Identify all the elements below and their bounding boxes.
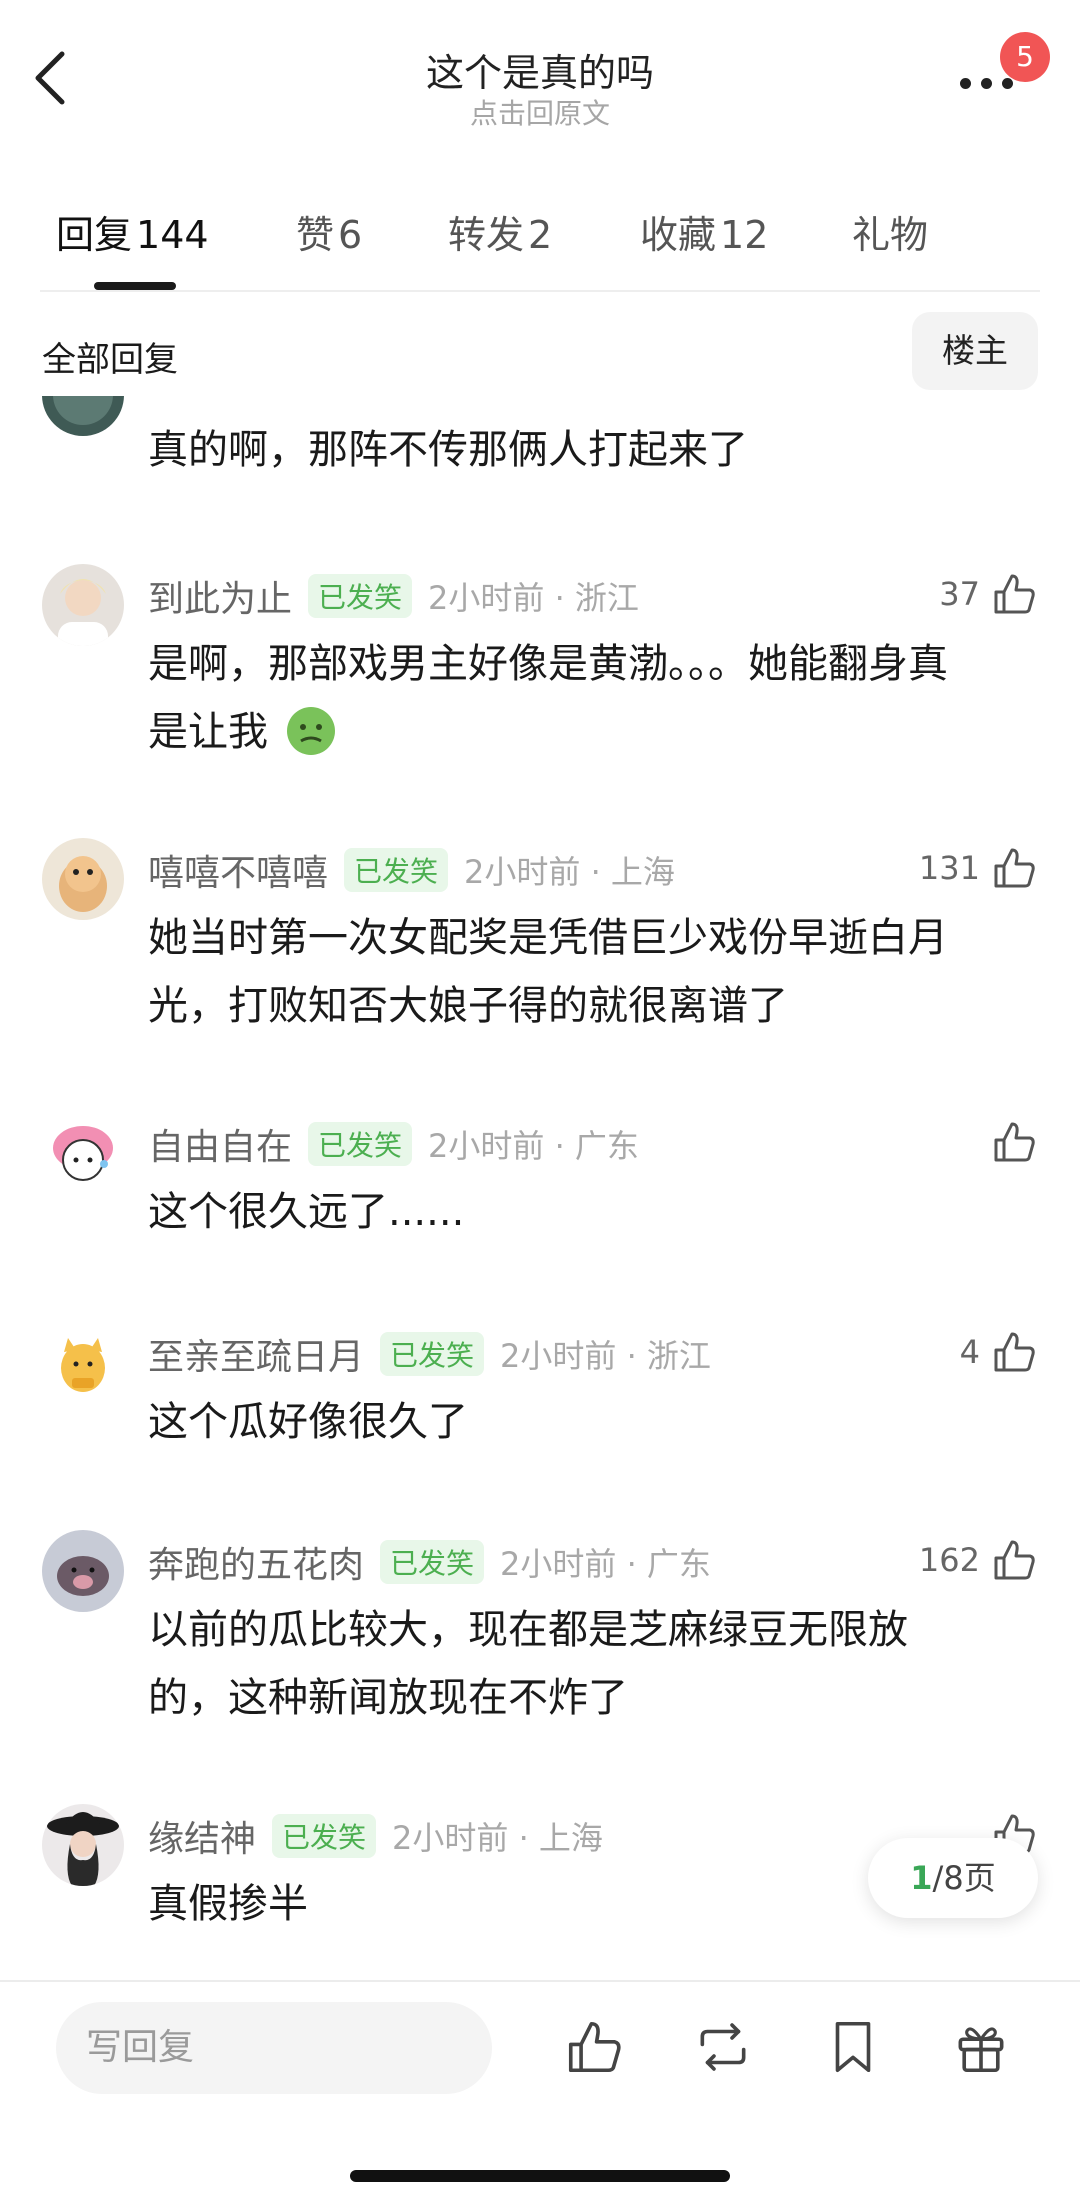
- avatar[interactable]: [42, 838, 124, 920]
- like-count: 37: [939, 575, 980, 613]
- tab-count: 12: [720, 213, 769, 257]
- more-dot-icon: [960, 78, 971, 89]
- avatar[interactable]: [42, 564, 124, 646]
- comment-meta: 2小时前 · 浙江: [500, 1337, 711, 1375]
- notification-badge: 5: [1000, 32, 1050, 82]
- laugh-badge: 已发笑: [380, 1540, 485, 1584]
- comment-author[interactable]: 自由自在: [148, 1118, 292, 1170]
- divider: [40, 290, 1040, 292]
- tab-label: 转发: [448, 213, 525, 257]
- avatar[interactable]: [42, 1804, 124, 1886]
- comment-item: 自由自在 已发笑 2小时前 · 广东 这个很久远了......: [0, 1108, 1080, 1258]
- thumbs-up-icon: [994, 1122, 1035, 1162]
- laugh-badge: 已发笑: [272, 1814, 377, 1858]
- like-count: 162: [918, 1541, 980, 1579]
- active-tab-indicator: [94, 282, 176, 290]
- avatar[interactable]: [42, 1530, 124, 1612]
- like-button[interactable]: 131: [880, 844, 1038, 892]
- comment-author[interactable]: 到此为止: [148, 570, 292, 622]
- comment-item: 奔跑的五花肉 已发笑 2小时前 · 广东 162 以前的瓜比较大，现在都是芝麻绿…: [0, 1526, 1080, 1726]
- comment-author[interactable]: 嘻嘻不嘻嘻: [148, 844, 328, 896]
- tab-count: 144: [136, 213, 209, 257]
- comment-item: 至亲至疏日月 已发笑 2小时前 · 浙江 4 这个瓜好像很久了: [0, 1318, 1080, 1468]
- tab-reposts[interactable]: 转发 2: [448, 204, 552, 259]
- thumbs-up-icon: [994, 1332, 1035, 1372]
- avatar[interactable]: [42, 396, 124, 436]
- avatar[interactable]: [42, 1112, 124, 1194]
- comment-text-line: 这个瓜好像很久了: [148, 1399, 468, 1445]
- gift-icon: [958, 2027, 1004, 2073]
- reply-input[interactable]: 写回复: [56, 2002, 492, 2094]
- bookmark-icon: [835, 2021, 871, 2073]
- current-page: 1: [910, 1859, 933, 1897]
- like-button[interactable]: 4: [880, 1328, 1038, 1376]
- like-count: 4: [959, 1333, 980, 1371]
- thumbs-up-icon: [568, 2021, 621, 2073]
- tab-label: 收藏: [640, 213, 717, 257]
- laugh-badge: 已发笑: [380, 1332, 485, 1376]
- tab-gifts[interactable]: 礼物: [852, 204, 928, 259]
- home-indicator[interactable]: [350, 2170, 730, 2182]
- comment-text-line: 她当时第一次女配奖是凭借巨少戏份早逝白月: [148, 915, 948, 961]
- nauseated-face-icon: [286, 707, 335, 755]
- avatar[interactable]: [42, 1322, 124, 1404]
- comment-author[interactable]: 至亲至疏日月: [148, 1328, 364, 1380]
- thumbs-up-icon: [994, 848, 1035, 888]
- laugh-badge: 已发笑: [344, 848, 449, 892]
- bookmark-button[interactable]: [822, 2016, 884, 2078]
- page-title: 这个是真的吗: [425, 51, 654, 95]
- gift-button[interactable]: [950, 2016, 1012, 2078]
- tab-label: 礼物: [852, 213, 929, 257]
- like-count: 131: [918, 849, 980, 887]
- like-button[interactable]: 162: [880, 1536, 1038, 1584]
- tab-count: 2: [528, 213, 553, 257]
- comment-meta: 2小时前 · 广东: [500, 1545, 711, 1583]
- comment-author[interactable]: 奔跑的五花肉: [148, 1536, 364, 1588]
- comment-item: 到此为止 已发笑 2小时前 · 浙江 37 是啊，那部戏男主好像是黄渤。。。她能…: [0, 560, 1080, 760]
- comment-item: 嘻嘻不嘻嘻 已发笑 2小时前 · 上海 131 她当时第一次女配奖是凭借巨少戏份…: [0, 834, 1080, 1034]
- all-replies-label: 全部回复: [42, 340, 178, 380]
- total-pages: /8页: [932, 1859, 996, 1897]
- comment-meta: 2小时前 · 上海: [392, 1819, 603, 1857]
- like-post-button[interactable]: [563, 2016, 625, 2078]
- comment-author[interactable]: 缘结神: [148, 1810, 256, 1862]
- tab-label: 赞: [296, 213, 335, 257]
- comment-text: 真的啊，那阵不传那俩人打起来了: [148, 427, 748, 473]
- laugh-badge: 已发笑: [308, 574, 413, 618]
- comment-text-line: 的，这种新闻放现在不炸了: [148, 1675, 628, 1721]
- comment-meta: 2小时前 · 浙江: [428, 579, 639, 617]
- thumbs-up-icon: [994, 574, 1035, 614]
- comment-text-line: 光，打败知否大娘子得的就很离谱了: [148, 983, 788, 1029]
- repost-icon: [700, 2023, 746, 2071]
- view-original-link[interactable]: 点击回原文: [0, 92, 1080, 132]
- thumbs-up-icon: [994, 1540, 1035, 1580]
- more-dot-icon: [981, 78, 992, 89]
- like-button[interactable]: [880, 1118, 1038, 1166]
- tab-label: 回复: [56, 213, 133, 257]
- comment-text-line: 是啊，那部戏男主好像是黄渤。。。她能翻身真: [148, 641, 948, 687]
- tab-likes[interactable]: 赞6: [296, 204, 362, 259]
- more-dot-icon: [1002, 78, 1013, 89]
- owner-filter-button[interactable]: 楼主: [912, 312, 1038, 390]
- tab-replies[interactable]: 回复 144: [56, 204, 209, 259]
- comment-text-line: 以前的瓜比较大，现在都是芝麻绿豆无限放: [148, 1607, 908, 1653]
- comment-text-line: 是让我: [148, 709, 268, 755]
- comment-text-line: 这个很久远了......: [148, 1189, 465, 1235]
- comment-meta: 2小时前 · 广东: [428, 1127, 639, 1165]
- tab-favorites[interactable]: 收藏 12: [640, 204, 768, 259]
- page-indicator[interactable]: 1/8页: [868, 1838, 1038, 1918]
- comment-meta: 2小时前 · 上海: [464, 853, 675, 891]
- like-button[interactable]: 37: [880, 570, 1038, 618]
- laugh-badge: 已发笑: [308, 1122, 413, 1166]
- repost-button[interactable]: [692, 2016, 754, 2078]
- tab-count: 6: [338, 213, 363, 257]
- divider: [0, 1980, 1080, 1982]
